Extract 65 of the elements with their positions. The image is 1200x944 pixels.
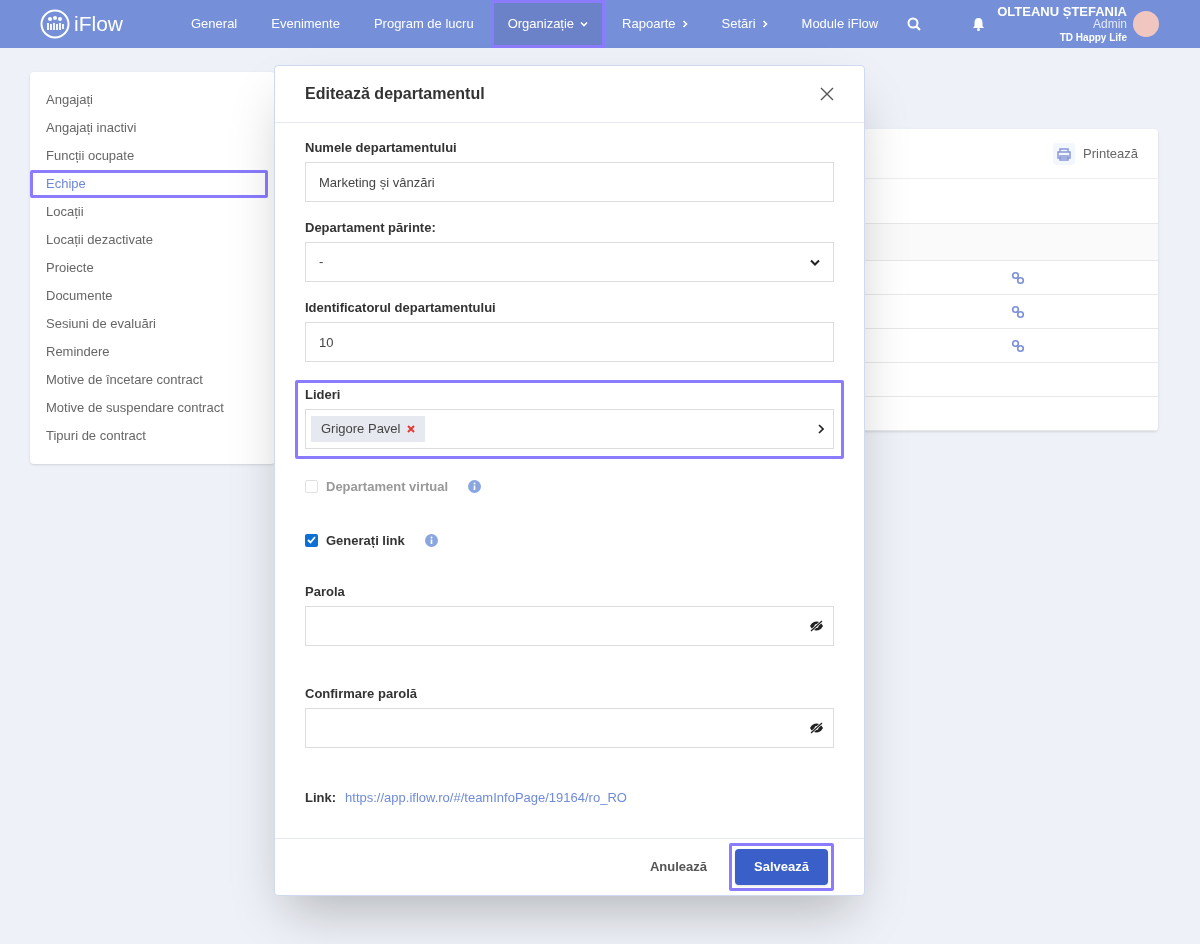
sidebar-item[interactable]: Locații dezactivate — [30, 226, 275, 254]
modal-title: Editează departamentul — [305, 84, 485, 104]
caret-icon — [761, 20, 768, 28]
link-icon[interactable] — [1011, 270, 1025, 285]
link[interactable]: https://app.iflow.ro/#/teamInfoPage/19164/ro_RO — [345, 788, 627, 808]
sidebar-item[interactable]: Funcții ocupate — [30, 142, 275, 170]
chevron-right-icon — [818, 424, 824, 434]
nav-link[interactable]: Rapoarte — [605, 0, 705, 48]
caret-icon — [580, 21, 589, 27]
tag: Grigore Pavel — [311, 416, 426, 442]
field-label: Departament părinte: — [305, 220, 437, 236]
info-icon[interactable] — [468, 480, 482, 494]
sidebar-item[interactable]: Sesiuni de evaluări — [30, 310, 275, 338]
logo-text: iFlow — [74, 11, 123, 38]
chevron-down-icon — [810, 258, 820, 266]
search-icon[interactable] — [907, 17, 922, 31]
bell-icon[interactable] — [972, 17, 986, 31]
company-name: TD Happy Life — [1059, 30, 1127, 44]
nav-link[interactable]: Module iFlow — [784, 0, 896, 48]
password-field[interactable] — [305, 708, 834, 748]
select-field[interactable]: - — [305, 242, 834, 282]
password-field[interactable] — [305, 606, 834, 646]
sidebar-item[interactable]: Motive de încetare contract — [30, 366, 275, 394]
field-label: Confirmare parolă — [305, 686, 418, 702]
info-icon[interactable] — [424, 533, 438, 547]
sidebar-item[interactable]: Angajați inactivi — [30, 114, 275, 142]
caret-icon — [681, 20, 688, 28]
user-role: Admin — [1093, 17, 1127, 31]
input-field[interactable]: Marketing și vânzări — [305, 162, 834, 202]
nav-link[interactable]: Setări — [704, 0, 785, 48]
sidebar-item[interactable]: Tipuri de contract — [30, 422, 275, 450]
link-label: Link: — [305, 789, 337, 807]
nav-link[interactable]: Program de lucru — [356, 0, 491, 48]
logo-icon — [40, 9, 70, 39]
nav-link[interactable]: Evenimente — [254, 0, 357, 48]
field-label: Numele departamentului — [305, 140, 458, 156]
nav-link[interactable]: Organizație — [490, 0, 606, 48]
checkbox-label: Departament virtual — [326, 478, 449, 496]
printer-icon — [1053, 142, 1076, 165]
avatar[interactable] — [1133, 11, 1159, 37]
tag-select-field[interactable]: Grigore Pavel — [305, 409, 834, 449]
eye-slash-icon[interactable] — [809, 620, 824, 632]
sidebar-item[interactable]: Echipe — [30, 170, 268, 198]
remove-icon[interactable] — [407, 425, 416, 433]
link-icon[interactable] — [1011, 304, 1025, 319]
field-label: Parola — [305, 584, 346, 600]
link-icon[interactable] — [1011, 338, 1025, 353]
checkbox-label: Generați link — [326, 531, 405, 550]
sidebar-item[interactable]: Angajați — [30, 86, 275, 114]
print-button[interactable]: Printează — [1083, 143, 1138, 164]
close-icon[interactable] — [820, 87, 834, 101]
checkbox[interactable] — [305, 533, 318, 547]
sidebar-item[interactable]: Proiecte — [30, 254, 275, 282]
nav-link[interactable]: General — [174, 0, 255, 48]
sidebar-item[interactable]: Remindere — [30, 338, 275, 366]
eye-slash-icon[interactable] — [809, 722, 824, 734]
sidebar-item[interactable]: Motive de suspendare contract — [30, 394, 275, 422]
cancel-button[interactable]: Anulează — [649, 856, 707, 877]
input-field[interactable]: 10 — [305, 322, 834, 362]
sidebar-item[interactable]: Locații — [30, 198, 275, 226]
sidebar-item[interactable]: Documente — [30, 282, 275, 310]
field-label: Identificatorul departamentului — [305, 300, 497, 316]
user-name: OLTEANU ȘTEFANIA — [997, 4, 1127, 18]
field-label: Lideri — [305, 387, 342, 403]
save-button[interactable]: Salvează — [735, 848, 828, 885]
